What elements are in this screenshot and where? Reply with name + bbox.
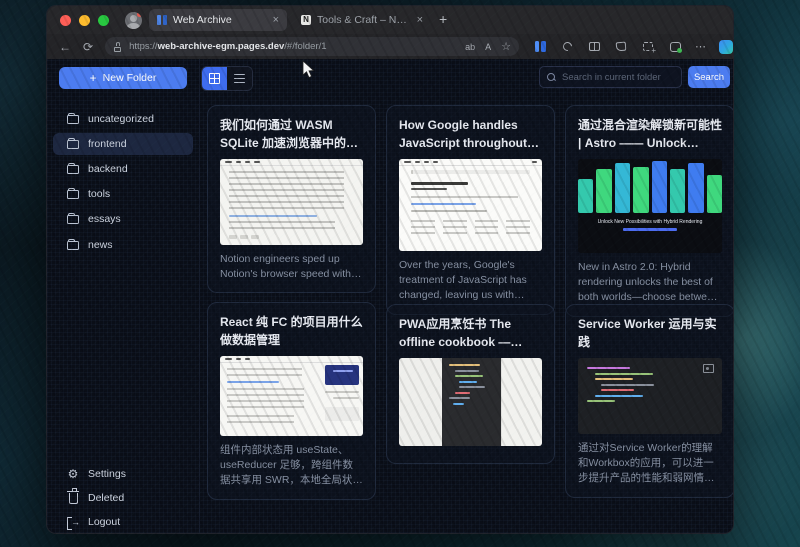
grid-view-toggle[interactable]	[202, 67, 227, 90]
notion-favicon: N	[301, 15, 311, 25]
thumb-subtitle-bar	[623, 228, 677, 231]
web-archive-app: + New Folder Search uncategorized fronte…	[47, 59, 733, 533]
card-title: How Google handles JavaScript throughout…	[399, 116, 542, 152]
browser-titlebar: Web Archive × N Tools & Craft – Notion B…	[47, 6, 733, 34]
sidebar-divider	[199, 59, 200, 533]
card-description: 通过对Service Worker的理解和Workbox的应用，可以进一步提升产…	[578, 441, 722, 487]
archive-card-wasm-sqlite[interactable]: 我们如何通过 WASM SQLite 加速浏览器中的 Notion ——…	[207, 105, 376, 293]
sidebar-item-logout[interactable]: Logout	[53, 511, 193, 533]
tab-web-archive[interactable]: Web Archive ×	[149, 9, 287, 31]
new-folder-button[interactable]: + New Folder	[59, 67, 187, 89]
archive-card-service-worker[interactable]: Service Worker 运用与实践 通过对Service Worker的理…	[565, 304, 734, 498]
archive-card-pwa-cookbook[interactable]: PWA应用烹饪书 The offline cookbook —…	[386, 304, 555, 464]
card-title: 通过混合渲染解锁新可能性 | Astro —— Unlock New…	[578, 116, 722, 152]
new-tab-button[interactable]: +	[439, 11, 447, 27]
image-icon	[703, 364, 714, 373]
card-thumbnail	[399, 159, 542, 251]
card-thumbnail	[399, 358, 542, 446]
folder-icon	[67, 190, 79, 199]
profile-avatar[interactable]	[125, 12, 142, 29]
view-toggle-group	[201, 66, 253, 91]
card-description: Notion engineers sped up Notion's browse…	[220, 252, 363, 282]
logout-icon	[67, 517, 79, 528]
card-description: 组件内部状态用 useState、useReducer 足够，跨组件数据共享用 …	[220, 443, 363, 489]
loop-extension-icon[interactable]	[560, 40, 574, 54]
card-thumbnail	[220, 356, 363, 436]
folder-open-icon	[67, 140, 79, 149]
folder-icon	[67, 165, 79, 174]
sidebar-item-uncategorized[interactable]: uncategorized	[53, 108, 193, 130]
sidebar-item-backend[interactable]: backend	[53, 158, 193, 180]
card-title: 我们如何通过 WASM SQLite 加速浏览器中的 Notion ——…	[220, 116, 363, 152]
tab-close-icon[interactable]: ×	[417, 14, 423, 26]
search-icon	[547, 73, 556, 82]
split-screen-icon[interactable]	[587, 40, 601, 54]
refresh-icon[interactable]: ⟳	[83, 40, 93, 54]
window-close-button[interactable]	[60, 15, 71, 26]
favorite-star-icon[interactable]: ☆	[501, 40, 511, 53]
window-zoom-button[interactable]	[98, 15, 109, 26]
browser-toolbar: ← ⟳ https://web-archive-egm.pages.dev/#/…	[47, 34, 733, 59]
card-title: React 纯 FC 的项目用什么做数据管理	[220, 313, 363, 349]
immersive-reader-icon[interactable]: A	[485, 42, 491, 52]
search-box	[539, 66, 682, 88]
url-text: https://web-archive-egm.pages.dev/#/fold…	[129, 41, 326, 52]
list-view-toggle[interactable]	[227, 67, 252, 90]
workspaces-icon[interactable]	[533, 40, 547, 54]
sidebar-item-settings[interactable]: ⚙Settings	[53, 463, 193, 485]
plus-icon: +	[90, 72, 97, 84]
desktop-wallpaper: Web Archive × N Tools & Craft – Notion B…	[0, 0, 800, 547]
tab-notion-blog[interactable]: N Tools & Craft – Notion Blog ×	[293, 9, 431, 31]
trash-icon	[69, 493, 78, 504]
screenshot-icon[interactable]	[641, 40, 655, 54]
more-options-icon[interactable]: ⋯	[695, 40, 706, 53]
window-minimize-button[interactable]	[79, 15, 90, 26]
tab-label: Web Archive	[173, 14, 267, 26]
search-input[interactable]	[562, 72, 674, 83]
back-icon[interactable]: ←	[59, 40, 71, 54]
folder-icon	[67, 215, 79, 224]
translate-icon[interactable]: ab	[465, 42, 475, 52]
grid-icon	[209, 73, 220, 84]
browser-window: Web Archive × N Tools & Craft – Notion B…	[46, 5, 734, 534]
address-bar[interactable]: https://web-archive-egm.pages.dev/#/fold…	[105, 37, 519, 56]
sidebar-item-deleted[interactable]: Deleted	[53, 487, 193, 509]
notification-dot	[137, 12, 142, 17]
list-icon	[234, 74, 245, 83]
sidebar-item-frontend[interactable]: frontend	[53, 133, 193, 155]
card-title: PWA应用烹饪书 The offline cookbook —…	[399, 315, 542, 351]
collections-icon[interactable]	[614, 40, 628, 54]
tab-close-icon[interactable]: ×	[273, 14, 279, 26]
archive-card-astro[interactable]: 通过混合渲染解锁新可能性 | Astro —— Unlock New… Unlo…	[565, 105, 734, 317]
sidebar-item-essays[interactable]: essays	[53, 208, 193, 230]
card-title: Service Worker 运用与实践	[578, 315, 722, 351]
lock-icon	[113, 42, 122, 52]
web-archive-favicon	[157, 15, 167, 25]
card-thumbnail	[578, 358, 722, 434]
mouse-cursor	[302, 60, 315, 79]
thumb-caption: Unlock New Possibilities with Hybrid Ren…	[578, 218, 722, 226]
gear-icon: ⚙	[67, 467, 79, 481]
card-description: Over the years, Google's treatment of Ja…	[399, 258, 542, 304]
sidebar-item-tools[interactable]: tools	[53, 183, 193, 205]
tab-label: Tools & Craft – Notion Blog	[317, 14, 411, 26]
folder-icon	[67, 115, 79, 124]
sidebar-item-news[interactable]: news	[53, 234, 193, 256]
card-description: New in Astro 2.0: Hybrid rendering unloc…	[578, 260, 722, 306]
archive-card-google-js[interactable]: How Google handles JavaScript throughout…	[386, 105, 555, 315]
card-thumbnail: Unlock New Possibilities with Hybrid Ren…	[578, 159, 722, 253]
card-thumbnail	[220, 159, 363, 245]
archive-card-react-fc[interactable]: React 纯 FC 的项目用什么做数据管理 组	[207, 302, 376, 500]
copilot-icon[interactable]	[719, 40, 733, 54]
folder-icon	[67, 241, 79, 250]
search-button[interactable]: Search	[688, 66, 730, 88]
browser-essentials-icon[interactable]	[668, 40, 682, 54]
